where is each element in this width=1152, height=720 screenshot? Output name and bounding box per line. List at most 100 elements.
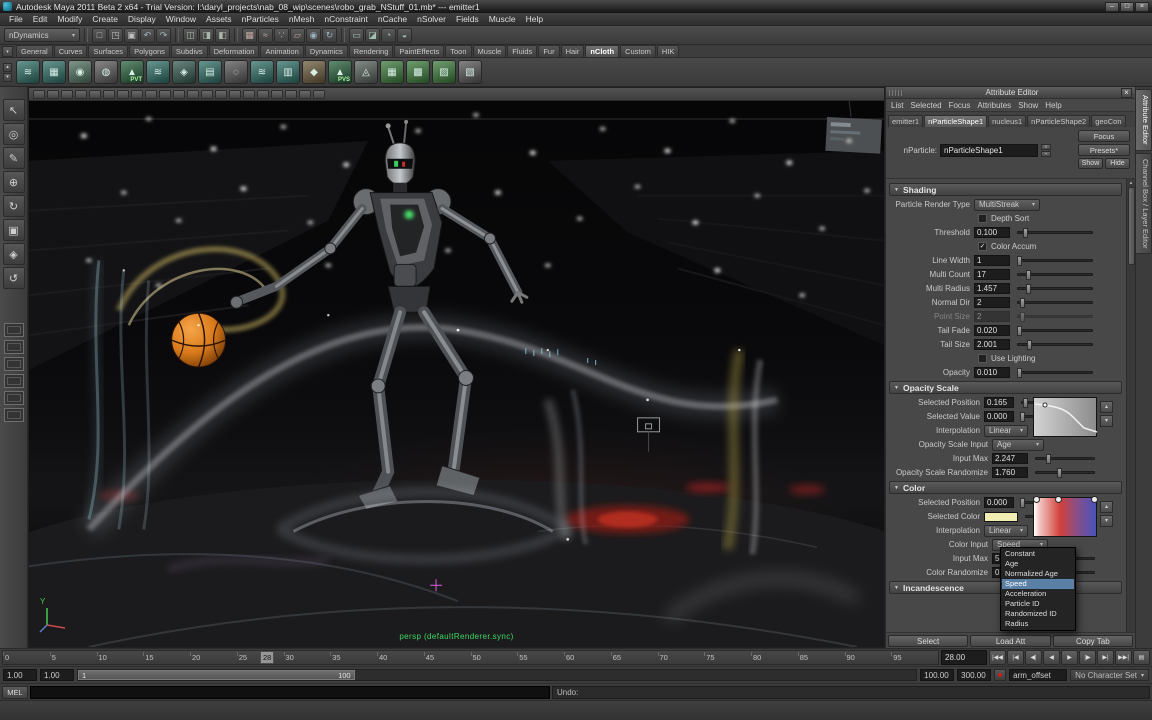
shelf-tab[interactable]: Fluids <box>507 45 537 57</box>
os-randomize-slider[interactable] <box>1035 471 1095 474</box>
ae-node-tab[interactable]: geoCon <box>1091 115 1125 127</box>
presets-button[interactable]: Presets* <box>1078 144 1130 156</box>
menu-item[interactable]: Muscle <box>484 14 521 24</box>
scroll-up-icon[interactable]: ▴ <box>1130 179 1133 187</box>
threshold-field[interactable]: 0.100 <box>974 227 1010 238</box>
os-input-max-field[interactable]: 2.247 <box>992 453 1028 464</box>
grid-toggle-icon[interactable] <box>131 90 143 99</box>
line-width-field[interactable]: 1 <box>974 255 1010 266</box>
layout-single-perspective[interactable] <box>4 323 24 337</box>
current-time-field[interactable]: 28.00 <box>941 650 987 665</box>
ae-menu-item[interactable]: Attributes <box>977 101 1011 110</box>
shelf-item-18[interactable]: ▧ <box>458 60 482 84</box>
use-all-lights-icon[interactable] <box>271 90 283 99</box>
copy-tab-button[interactable]: Copy Tab <box>1053 635 1133 647</box>
tail-size-field[interactable]: 2.001 <box>974 339 1010 350</box>
play-forward-button[interactable]: ▶ <box>1061 650 1078 665</box>
menu-item[interactable]: Create <box>87 14 123 24</box>
popup-option[interactable]: Randomized ID <box>1002 609 1074 619</box>
shelf-tab[interactable]: nCloth <box>585 45 619 57</box>
open-scene-icon[interactable]: ◳ <box>108 28 123 43</box>
menu-item[interactable]: nSolver <box>412 14 451 24</box>
lock-camera-icon[interactable] <box>47 90 59 99</box>
use-lighting-checkbox[interactable] <box>978 354 987 363</box>
ae-menu-item[interactable]: Focus <box>949 101 971 110</box>
viewport-panel[interactable]: persp (defaultRenderer.sync) Y <box>28 87 885 648</box>
normal-dir-field[interactable]: 2 <box>974 297 1010 308</box>
select-button[interactable]: Select <box>888 635 968 647</box>
menu-item[interactable]: Help <box>521 14 548 24</box>
load-attributes-button[interactable]: Load Att <box>970 635 1050 647</box>
grease-pencil-icon[interactable] <box>117 90 129 99</box>
xray-icon[interactable] <box>313 90 325 99</box>
isolate-select-icon[interactable] <box>299 90 311 99</box>
bookmarks-icon[interactable] <box>75 90 87 99</box>
ramp-next-icon[interactable]: ▾ <box>1100 515 1113 527</box>
menu-item[interactable]: Window <box>161 14 201 24</box>
shelf-item-12[interactable]: ◆ <box>302 60 326 84</box>
timeline-track[interactable]: 05101520253035404550556065707580859095 2… <box>2 650 939 665</box>
shelf-item-13[interactable]: ▲PVS <box>328 60 352 84</box>
dock-tab[interactable]: Attribute Editor <box>1136 89 1152 151</box>
popup-option[interactable]: Acceleration <box>1002 589 1074 599</box>
make-live-icon[interactable]: ◉ <box>306 28 321 43</box>
layout-persp-outliner[interactable] <box>4 357 24 371</box>
menu-item[interactable]: Display <box>123 14 161 24</box>
selected-color-swatch[interactable] <box>984 512 1018 522</box>
color-ramp-widget[interactable] <box>1033 497 1097 537</box>
threshold-slider[interactable] <box>1017 231 1093 234</box>
shelf-tab[interactable]: Curves <box>54 45 88 57</box>
opacity-scale-input-dropdown[interactable]: Age▾ <box>992 439 1044 451</box>
opacity-field[interactable]: 0.010 <box>974 367 1010 378</box>
menu-item[interactable]: Modify <box>52 14 87 24</box>
ramp-next-icon[interactable]: ▾ <box>1100 415 1113 427</box>
command-line-input[interactable] <box>30 686 550 699</box>
shelf-tab[interactable]: Dynamics <box>305 45 348 57</box>
os-interpolation-dropdown[interactable]: Linear▾ <box>984 425 1028 437</box>
ramp-marker[interactable] <box>1033 496 1040 503</box>
select-component-icon[interactable]: ◧ <box>215 28 230 43</box>
command-line-mode-button[interactable]: MEL <box>2 686 28 699</box>
shelf-tab[interactable]: PaintEffects <box>394 45 444 57</box>
paint-select-tool-icon[interactable]: ✎ <box>3 147 25 169</box>
film-gate-icon[interactable] <box>145 90 157 99</box>
opacity-scale-section-header[interactable]: ▼ Opacity Scale <box>889 381 1122 394</box>
playback-range-handle[interactable]: 1 100 <box>78 670 355 680</box>
tail-fade-slider[interactable] <box>1017 329 1093 332</box>
resolution-gate-icon[interactable] <box>159 90 171 99</box>
os-selected-value-field[interactable]: 0.000 <box>984 411 1014 422</box>
lasso-tool-icon[interactable]: ◎ <box>3 123 25 145</box>
anim-preferences-button[interactable]: ▤ <box>1133 650 1150 665</box>
focus-button[interactable]: Focus <box>1078 130 1130 142</box>
scale-tool-icon[interactable]: ▣ <box>3 219 25 241</box>
select-camera-icon[interactable] <box>33 90 45 99</box>
undo-icon[interactable]: ↶ <box>140 28 155 43</box>
step-back-key-button[interactable]: |◀ <box>1007 650 1024 665</box>
shelf-item-17[interactable]: ▨ <box>432 60 456 84</box>
ae-menu-item[interactable]: Help <box>1045 101 1061 110</box>
multi-radius-slider[interactable] <box>1017 287 1093 290</box>
ae-menu-item[interactable]: Show <box>1018 101 1038 110</box>
shelf-tab[interactable]: Rendering <box>349 45 394 57</box>
shelf-item-7[interactable]: ◈ <box>172 60 196 84</box>
select-hierarchy-icon[interactable]: ◫ <box>183 28 198 43</box>
snap-plane-icon[interactable]: ▱ <box>290 28 305 43</box>
hide-button[interactable]: Hide <box>1105 158 1130 169</box>
multi-radius-field[interactable]: 1.457 <box>974 283 1010 294</box>
new-scene-icon[interactable]: □ <box>92 28 107 43</box>
depth-sort-checkbox[interactable] <box>978 214 987 223</box>
go-to-start-button[interactable]: |◀◀ <box>989 650 1006 665</box>
shelf-tab[interactable]: Fur <box>538 45 559 57</box>
scrollbar-thumb[interactable] <box>1128 187 1135 265</box>
shelf-item-4[interactable]: ◍ <box>94 60 118 84</box>
playback-end-field[interactable]: 100.00 <box>920 669 954 681</box>
shelf-prev-icon[interactable]: ▴ <box>3 63 12 72</box>
normal-dir-slider[interactable] <box>1017 301 1093 304</box>
menu-set-selector[interactable]: nDynamics ▾ <box>4 28 80 42</box>
menu-item[interactable]: nParticles <box>237 14 284 24</box>
shelf-tab[interactable]: Deformation <box>209 45 260 57</box>
layout-persp-hypershade[interactable] <box>4 391 24 405</box>
current-time-indicator[interactable]: 28 <box>260 651 274 664</box>
ae-menu-item[interactable]: Selected <box>910 101 941 110</box>
color-section-header[interactable]: ▼ Color <box>889 481 1122 494</box>
